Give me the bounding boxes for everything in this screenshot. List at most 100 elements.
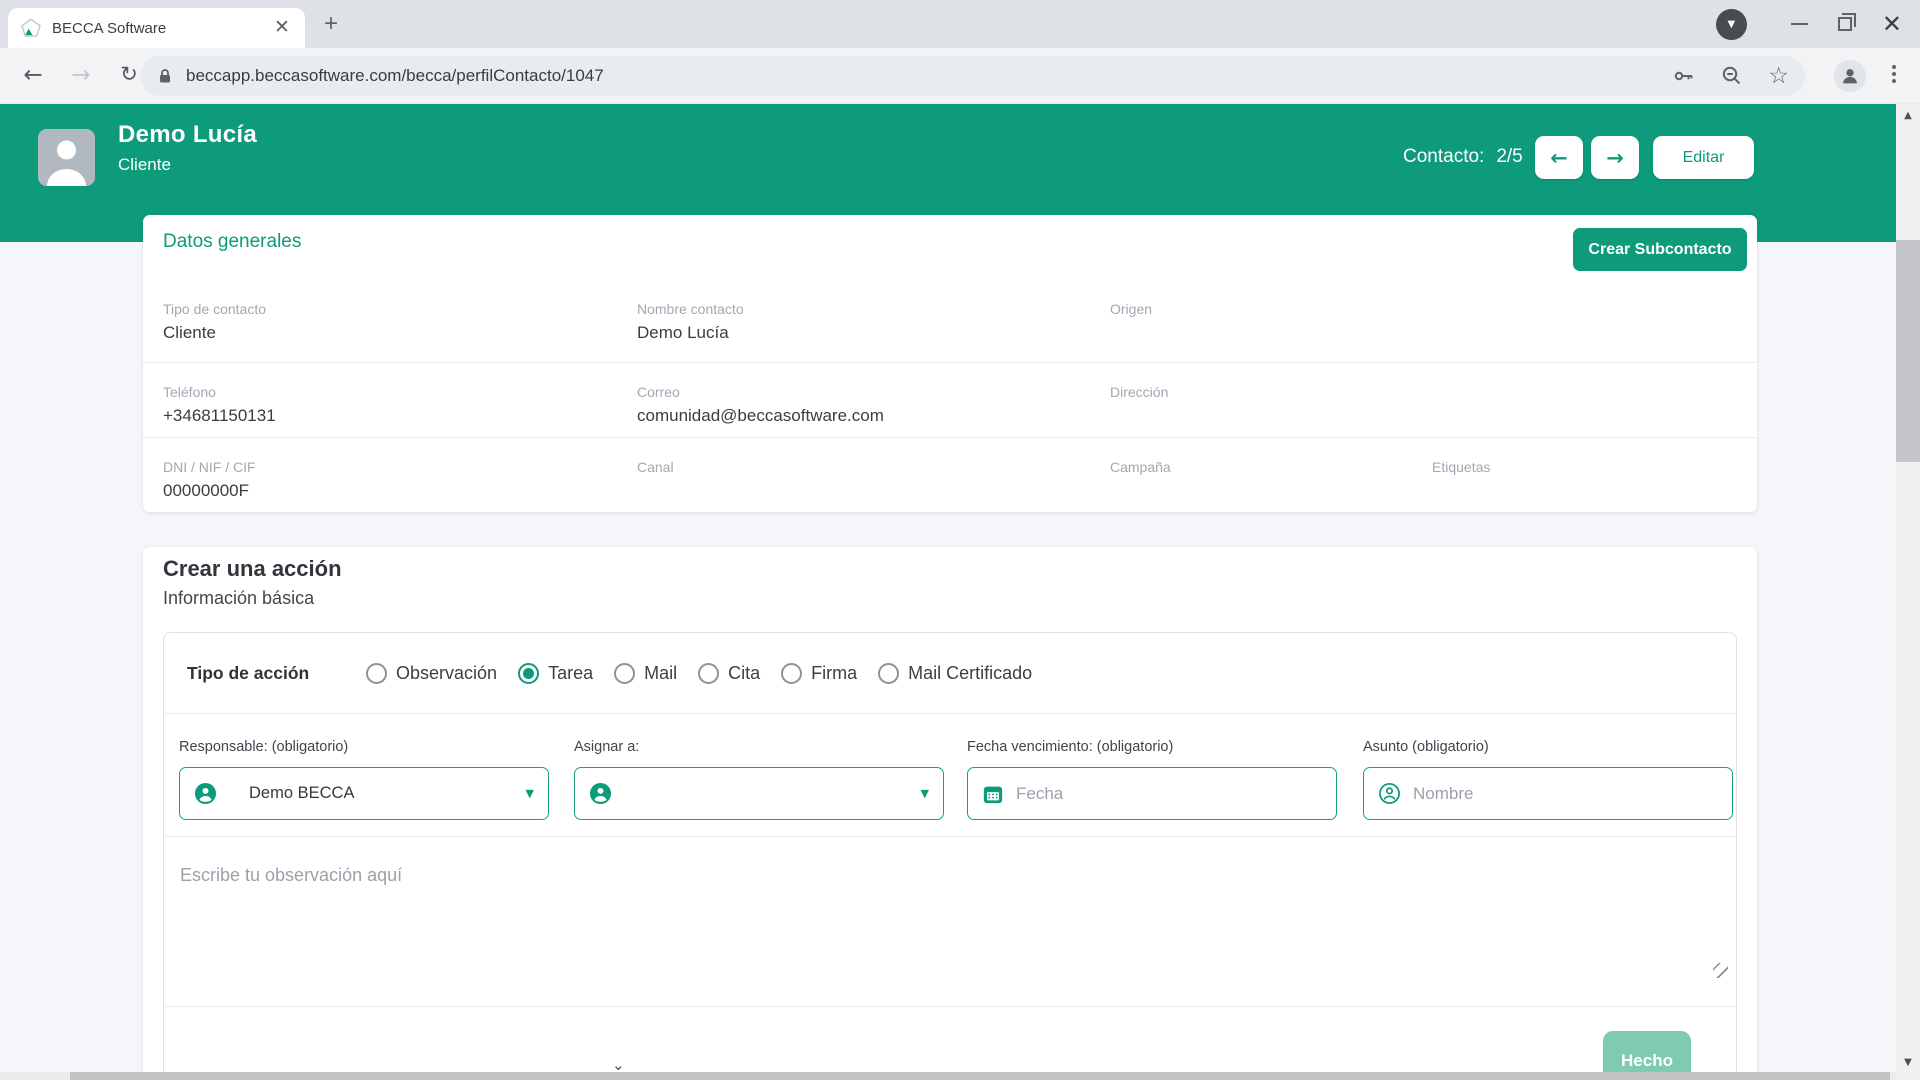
field-label: Dirección <box>1110 384 1169 400</box>
field-label: Correo <box>637 384 680 400</box>
zoom-icon[interactable] <box>1720 64 1744 88</box>
general-row: DNI / NIF / CIF 00000000F Canal Campaña … <box>143 437 1757 512</box>
radio-icon[interactable] <box>614 662 636 684</box>
radio-icon[interactable] <box>366 662 387 684</box>
action-form: Tipo de acción Observación Tarea Mail Ci… <box>163 632 1737 1080</box>
action-type-row: Tipo de acción Observación Tarea Mail Ci… <box>164 633 1736 714</box>
field-value: Cliente <box>163 323 216 342</box>
address-bar[interactable]: beccapp.beccasoftware.com/becca/perfilCo… <box>140 56 1805 96</box>
caret-down-icon[interactable]: ▼ <box>921 787 929 800</box>
field-direccion: Dirección <box>1110 384 1432 437</box>
contact-name: Demo Lucía <box>118 121 258 148</box>
fecha-field: Fecha vencimiento: (obligatorio) <box>967 739 1337 820</box>
resize-handle[interactable] <box>1713 963 1728 978</box>
action-fields-row: Responsable: (obligatorio) Demo BECCA ▼ … <box>164 714 1736 837</box>
back-icon[interactable]: ← <box>18 62 48 88</box>
radio-firma[interactable]: Firma <box>781 662 858 684</box>
fecha-input[interactable] <box>1016 783 1286 804</box>
field-nombre-contacto: Nombre contacto Demo Lucía <box>637 301 1110 362</box>
new-tab-button[interactable]: + <box>316 10 346 40</box>
asignar-select[interactable]: ▼ <box>574 767 944 820</box>
field-campana: Campaña <box>1110 459 1432 512</box>
field-value: +34681150131 <box>163 406 276 425</box>
field-canal: Canal <box>637 459 1110 512</box>
radio-mail[interactable]: Mail <box>614 662 678 684</box>
radio-label: Firma <box>811 662 858 683</box>
radio-icon[interactable] <box>698 662 720 684</box>
minimize-icon[interactable] <box>1790 23 1808 25</box>
responsable-value: Demo BECCA <box>249 784 355 802</box>
close-icon[interactable]: ✕ <box>1882 12 1902 36</box>
fecha-input-box[interactable] <box>967 767 1337 820</box>
responsable-field: Responsable: (obligatorio) Demo BECCA ▼ <box>179 739 549 820</box>
vertical-scrollbar[interactable]: ▲ ▼ <box>1896 104 1920 1080</box>
calendar-icon <box>982 783 1004 805</box>
tab-close-icon[interactable]: ✕ <box>271 17 293 39</box>
field-label: Canal <box>637 459 674 475</box>
edit-button[interactable]: Editar <box>1653 136 1754 179</box>
field-value <box>1110 323 1432 343</box>
field-label: Teléfono <box>163 384 216 400</box>
create-action-card: Crear una acción Información básica Tipo… <box>143 547 1757 1080</box>
action-footer: Hecho <box>164 1007 1736 1080</box>
field-telefono: Teléfono +34681150131 <box>163 384 637 437</box>
field-value: Demo Lucía <box>637 323 729 342</box>
field-label: Etiquetas <box>1432 459 1491 475</box>
contact-type: Cliente <box>118 155 171 174</box>
contact-avatar <box>38 129 95 186</box>
create-subcontact-button[interactable]: Crear Subcontacto <box>1573 228 1747 271</box>
asignar-label: Asignar a: <box>574 739 640 755</box>
asunto-input-box[interactable] <box>1363 767 1733 820</box>
tab-strip: BECCA Software ✕ + ▼ ✕ <box>0 0 1920 48</box>
field-correo: Correo comunidad@beccasoftware.com <box>637 384 1110 437</box>
observation-textarea[interactable] <box>164 837 1736 1006</box>
radio-tarea[interactable]: Tarea <box>518 662 594 684</box>
horizontal-scrollbar-thumb[interactable] <box>70 1072 1890 1080</box>
lock-icon[interactable] <box>156 67 174 85</box>
field-label: Origen <box>1110 301 1153 317</box>
tab-title: BECCA Software <box>52 19 167 37</box>
radio-icon[interactable] <box>518 662 540 684</box>
radio-label: Tarea <box>548 662 594 683</box>
field-value: comunidad@beccasoftware.com <box>637 406 884 425</box>
person-outline-icon <box>1378 782 1401 805</box>
scroll-up-icon[interactable]: ▲ <box>1896 110 1920 121</box>
menu-dots-icon[interactable] <box>1892 65 1896 83</box>
asunto-label: Asunto (obligatorio) <box>1363 739 1489 755</box>
vertical-scrollbar-thumb[interactable] <box>1896 240 1920 462</box>
radio-cita[interactable]: Cita <box>698 662 760 684</box>
restore-icon[interactable] <box>1837 13 1856 31</box>
horizontal-scrollbar[interactable] <box>0 1072 1896 1080</box>
browser-control-icon[interactable]: ▼ <box>1715 8 1747 40</box>
contact-counter: Contacto: 2/5 <box>1403 146 1523 167</box>
field-label: DNI / NIF / CIF <box>163 459 256 475</box>
field-label: Campaña <box>1110 459 1171 475</box>
url-text: beccapp.beccasoftware.com/becca/perfilCo… <box>186 66 604 85</box>
responsable-select[interactable]: Demo BECCA ▼ <box>179 767 549 820</box>
scroll-down-icon[interactable]: ▼ <box>1896 1057 1920 1068</box>
radio-mail-certificado[interactable]: Mail Certificado <box>878 662 1032 684</box>
previous-contact-button[interactable]: ← <box>1535 136 1583 179</box>
fecha-label: Fecha vencimiento: (obligatorio) <box>967 739 1174 755</box>
field-value <box>1432 481 1757 501</box>
action-type-label: Tipo de acción <box>187 662 310 683</box>
radio-icon[interactable] <box>781 662 803 684</box>
radio-observacion[interactable]: Observación <box>366 662 497 684</box>
page-content: Demo Lucía Cliente Contacto: 2/5 ← → Edit… <box>0 104 1920 1080</box>
profile-avatar-icon[interactable] <box>1834 60 1866 92</box>
bookmark-star-icon[interactable]: ☆ <box>1768 65 1789 88</box>
password-key-icon[interactable] <box>1672 64 1696 88</box>
radio-icon[interactable] <box>878 662 900 684</box>
forward-icon[interactable]: → <box>66 62 96 88</box>
browser-toolbar: ← → ↻ beccapp.beccasoftware.com/becca/pe… <box>0 48 1920 104</box>
field-dni: DNI / NIF / CIF 00000000F <box>163 459 637 512</box>
field-etiquetas: Etiquetas <box>1432 459 1757 512</box>
caret-down-icon[interactable]: ▼ <box>526 787 534 800</box>
browser-tab[interactable]: BECCA Software ✕ <box>8 8 305 48</box>
next-contact-button[interactable]: → <box>1591 136 1639 179</box>
asunto-input[interactable] <box>1413 783 1683 804</box>
general-row: Teléfono +34681150131 Correo comunidad@b… <box>143 362 1757 437</box>
responsable-label: Responsable: (obligatorio) <box>179 739 349 755</box>
radio-label: Mail <box>644 662 678 683</box>
create-action-subtitle: Información básica <box>163 588 315 608</box>
